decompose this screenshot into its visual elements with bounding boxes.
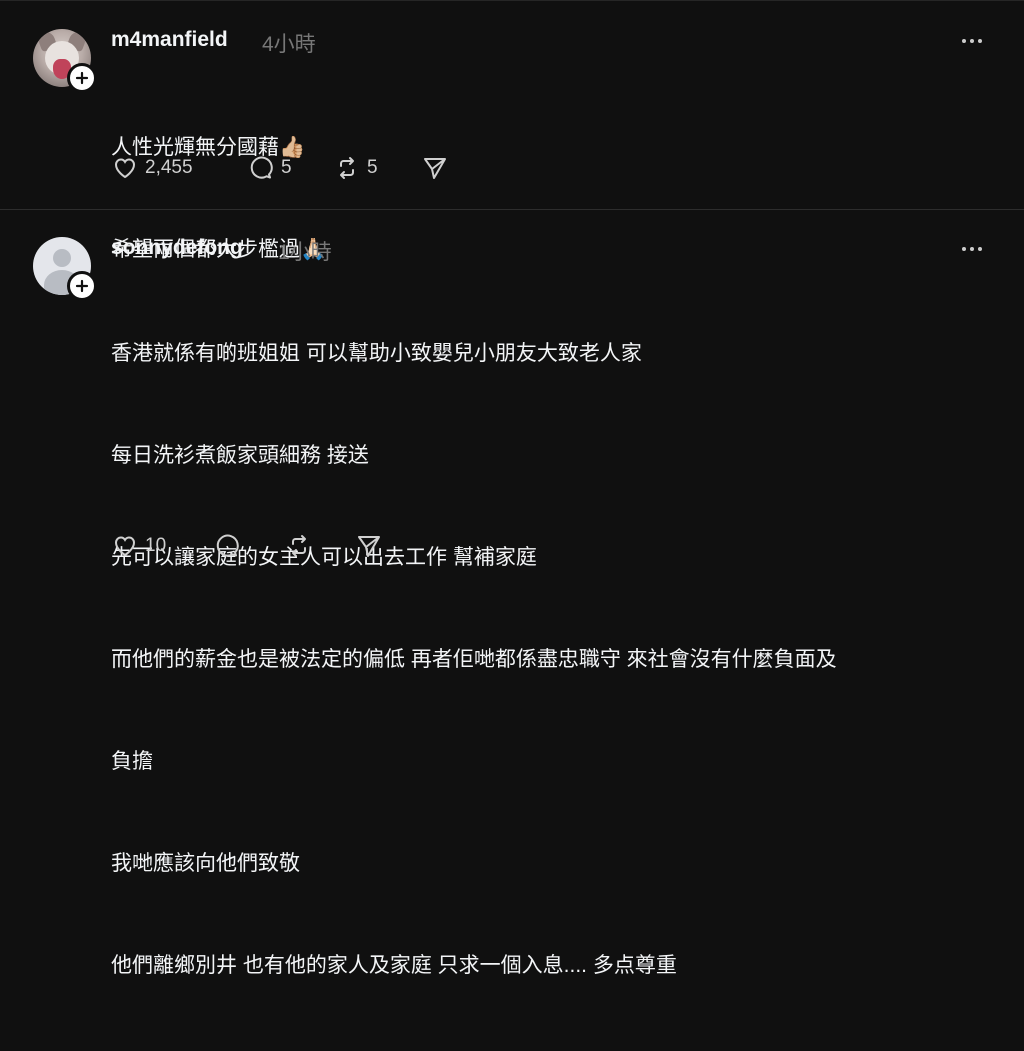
- avatar[interactable]: [33, 237, 97, 301]
- repost-button[interactable]: [285, 532, 313, 560]
- comment-icon: [216, 534, 239, 557]
- share-button[interactable]: [421, 154, 449, 182]
- follow-plus-icon[interactable]: [67, 271, 97, 301]
- repost-button[interactable]: 5: [333, 154, 378, 182]
- post-line: 我哋應該向他們致敬: [111, 852, 300, 875]
- post-divider: [0, 209, 1024, 210]
- post-line: 負擔: [111, 750, 153, 773]
- like-button[interactable]: 2,455: [111, 154, 193, 182]
- share-button[interactable]: [355, 532, 383, 560]
- like-button[interactable]: 10: [111, 532, 166, 560]
- send-icon: [424, 158, 446, 179]
- post-line: 香港就係有啲班姐姐 可以幫助小致嬰兒小朋友大致老人家: [111, 342, 642, 365]
- comment-button[interactable]: [213, 532, 241, 560]
- username[interactable]: sonnydefong: [111, 236, 243, 260]
- comment-icon: [250, 156, 273, 179]
- post: sonnydefong 1小時 香港就係有啲班姐姐 可以幫助小致嬰兒小朋友大致老…: [0, 211, 1024, 977]
- comment-button[interactable]: 5: [247, 154, 292, 182]
- more-options-icon[interactable]: [962, 36, 986, 46]
- more-options-icon[interactable]: [962, 244, 986, 254]
- heart-icon: [114, 158, 136, 179]
- like-count: 2,455: [145, 157, 193, 178]
- follow-plus-icon[interactable]: [67, 63, 97, 93]
- send-icon: [358, 536, 380, 557]
- timestamp[interactable]: 1小時: [278, 236, 332, 266]
- action-bar: 10: [111, 532, 401, 560]
- repost-count: 5: [367, 157, 378, 178]
- post-line: 而他們的薪金也是被法定的偏低 再者佢哋都係盡忠職守 來社會沒有什麼負面及: [111, 648, 837, 671]
- post-text: 香港就係有啲班姐姐 可以幫助小致嬰兒小朋友大致老人家 每日洗衫煮飯家頭細務 接送…: [111, 269, 837, 1051]
- timestamp[interactable]: 4小時: [262, 28, 316, 58]
- post-line: 他們離鄉別井 也有他的家人及家庭 只求一個入息.... 多点尊重: [111, 954, 677, 977]
- username[interactable]: m4manfield: [111, 28, 228, 52]
- post-line: 每日洗衫煮飯家頭細務 接送: [111, 444, 369, 467]
- avatar[interactable]: [33, 29, 97, 93]
- heart-icon: [114, 536, 136, 557]
- comment-count: 5: [281, 157, 292, 178]
- like-count: 10: [145, 535, 167, 556]
- repost-icon: [292, 535, 306, 557]
- repost-icon: [340, 157, 354, 179]
- action-bar: 2,455 5 5: [111, 154, 471, 182]
- post: m4manfield 4小時 人性光輝無分國藉👍🏼 希望兩個都大步檻過🙏🏻 2,…: [0, 0, 1024, 261]
